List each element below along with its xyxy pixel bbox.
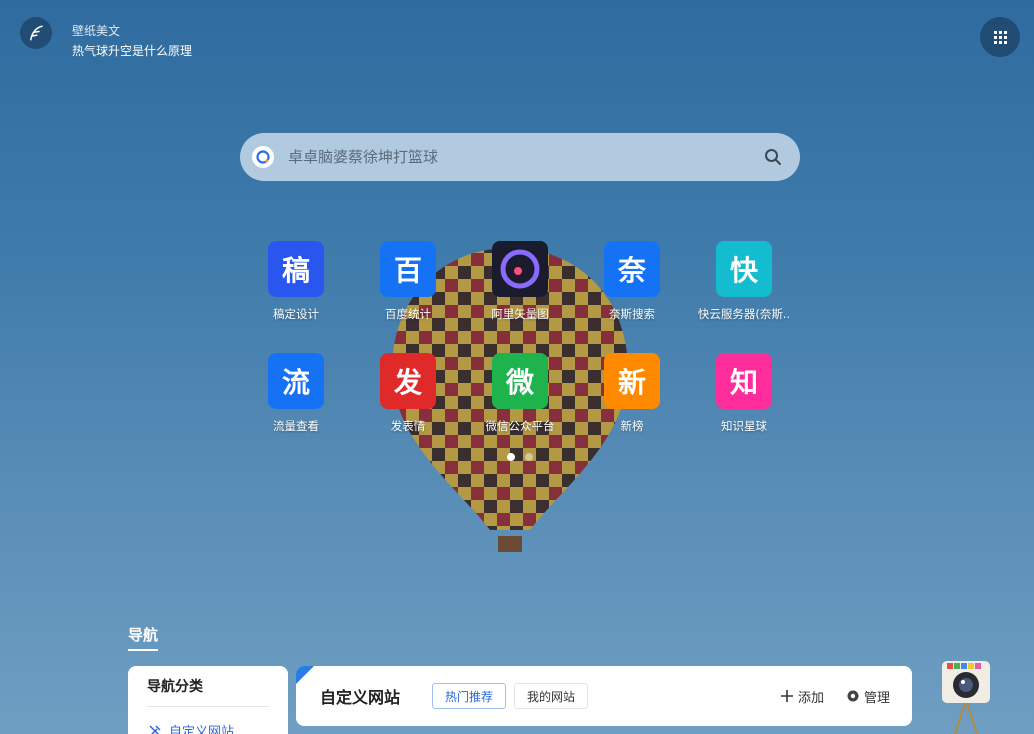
tab-navigation[interactable]: 导航 [128,624,159,651]
search-input[interactable] [288,148,762,166]
category-item-custom-sites[interactable]: 自定义网站 [147,721,269,734]
apps-menu-button[interactable] [980,17,1020,57]
liuliang-icon: 流 [268,353,324,409]
page-dot-1[interactable] [507,453,515,461]
logo-icon[interactable] [20,17,52,49]
wallpaper-subtitle-link[interactable]: 热气球升空是什么原理 [72,42,192,59]
shortcut-label: 阿里矢量图 [491,307,549,321]
baidu-tongji-icon: 百 [380,241,436,297]
divider [147,706,269,707]
shortcut-label: 微信公众平台 [485,419,555,433]
tools-icon [149,724,161,734]
shortcut-xinbang[interactable]: 新 新榜 [576,353,688,434]
plus-icon [780,690,793,702]
tab-my-sites[interactable]: 我的网站 [514,683,589,709]
xinbang-icon: 新 [604,353,660,409]
shortcut-label: 流量查看 [273,419,319,433]
camera-widget-icon[interactable] [941,660,991,734]
shortcut-baidu-tongji[interactable]: 百 百度统计 [352,241,464,322]
shortcut-liuliang[interactable]: 流 流量查看 [240,353,352,434]
zhishi-xingqiu-icon: 知 [716,353,772,409]
manage-button[interactable]: 管理 [846,687,890,706]
site-panel-title: 自定义网站 [320,688,401,707]
manage-label: 管理 [863,690,890,706]
add-site-button[interactable]: 添加 [780,687,824,706]
shortcut-label: 百度统计 [385,307,431,321]
shortcut-zhishi-xingqiu[interactable]: 知 知识星球 [688,353,800,434]
search-bar [240,133,800,181]
shortcut-kuaiyun[interactable]: 快 快云服务器(奈斯.. [688,241,800,322]
category-item-label: 自定义网站 [169,725,235,734]
search-engine-icon[interactable] [252,146,274,168]
naisi-icon: 奈 [604,241,660,297]
wallpaper-title: 壁纸美文 [72,24,121,38]
page-dot-2[interactable] [525,453,533,461]
shortcut-label: 知识星球 [721,419,767,433]
gaoding-icon: 稿 [268,241,324,297]
site-panel: 自定义网站 热门推荐 我的网站 添加 管理 [296,666,912,726]
iconfont-icon [492,241,548,297]
tab-hot-recommend[interactable]: 热门推荐 [432,683,507,709]
gear-icon [847,690,859,702]
grid-icon [993,30,1007,44]
shortcut-label: 奈斯搜索 [609,307,655,321]
shortcut-wechat-mp[interactable]: 微 微信公众平台 [464,353,576,434]
add-label: 添加 [797,690,824,706]
corner-flag [296,666,314,684]
shortcut-naisi-search[interactable]: 奈 奈斯搜索 [576,241,688,322]
category-panel: 导航分类 自定义网站 [128,666,288,734]
shortcut-label: 快云服务器(奈斯.. [697,307,791,321]
wechat-mp-icon: 微 [492,353,548,409]
shortcut-label: 稿定设计 [273,307,319,321]
pagination-dots [507,453,533,461]
search-icon[interactable] [762,146,784,168]
fabiaoqing-icon: 发 [380,353,436,409]
category-title: 导航分类 [147,679,203,695]
shortcut-gaoding[interactable]: 稿 稿定设计 [240,241,352,322]
shortcut-label: 新榜 [620,419,644,433]
shortcut-label: 发表情 [390,419,426,433]
shortcut-fabiaoqing[interactable]: 发 发表情 [352,353,464,434]
kuaiyun-icon: 快 [716,241,772,297]
shortcut-iconfont[interactable]: 阿里矢量图 [464,241,576,322]
